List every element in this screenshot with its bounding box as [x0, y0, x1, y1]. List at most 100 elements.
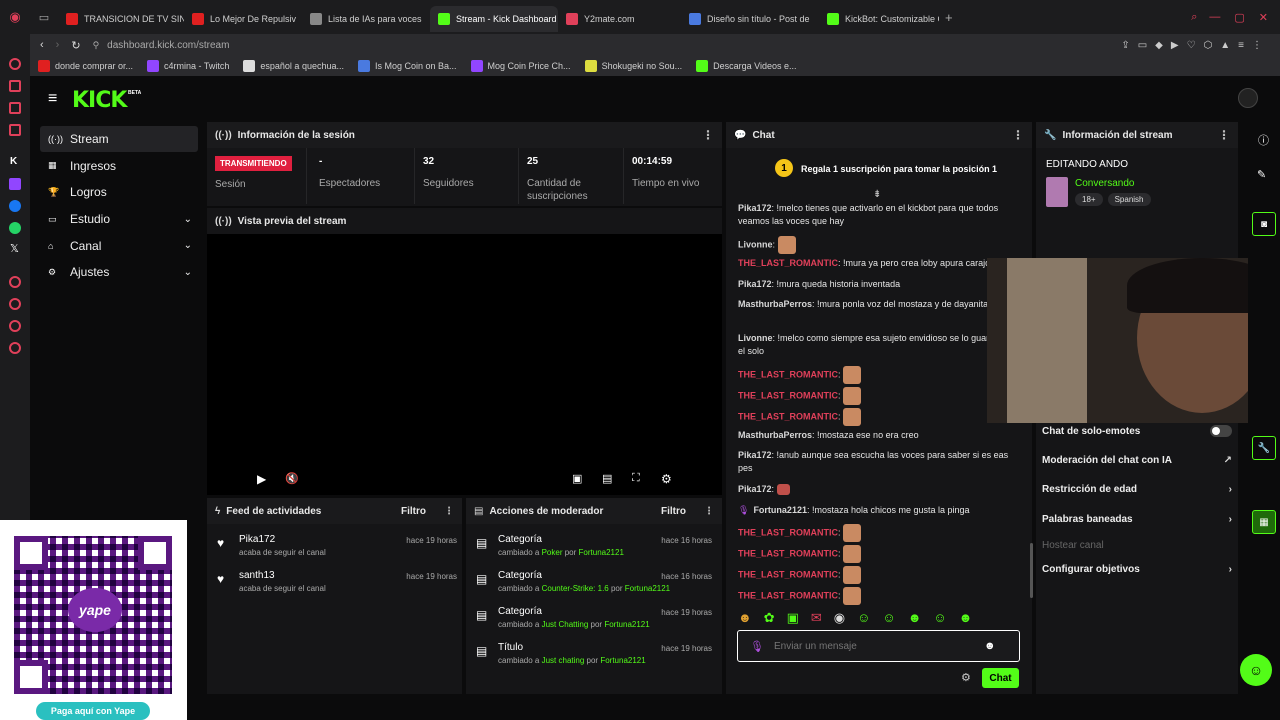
tab-3[interactable]: Stream - Kick Dashboard [430, 6, 558, 32]
sidebar-item-stream[interactable]: ((·)) Stream [40, 126, 198, 152]
bookmark-0[interactable]: donde comprar or... [38, 60, 133, 72]
settings-icon[interactable]: ⚙ [661, 472, 672, 486]
support-chat-button[interactable]: ☺ [1240, 654, 1272, 686]
theater-mode-icon[interactable]: ▣ [572, 472, 582, 485]
overlay-button[interactable]: ▦ [1252, 510, 1276, 534]
avatar[interactable] [1238, 88, 1258, 108]
settings-sidebar-icon[interactable] [9, 342, 21, 354]
tools-button[interactable]: 🔧 [1252, 436, 1276, 460]
chat-username[interactable]: Pika172 [738, 279, 772, 289]
extension-icons[interactable]: ⇪▭◆▶♡⬡▲≡⋮ [1121, 40, 1270, 51]
more-options-icon[interactable]: ⋮ [702, 128, 714, 142]
stream-setting-2[interactable]: Restricción de edad › [1042, 481, 1232, 497]
bookmark-6[interactable]: Descarga Videos e... [696, 60, 797, 72]
messenger-icon[interactable] [9, 102, 21, 114]
chat-username[interactable]: THE_LAST_ROMANTIC [738, 411, 838, 421]
emote-icon[interactable]: ✉ [811, 610, 822, 628]
chat-username[interactable]: Livonne [738, 333, 773, 343]
fullscreen-icon[interactable]: ⛶ [632, 472, 640, 485]
history-icon[interactable] [9, 58, 21, 70]
bookmark-5[interactable]: Shokugeki no Sou... [584, 60, 682, 72]
external-link-icon[interactable]: ↗ [1224, 455, 1232, 466]
tab-1[interactable]: Lo Mejor De Repulsiv [184, 6, 302, 32]
chat-username[interactable]: Livonne [738, 239, 773, 249]
chat-username[interactable]: THE_LAST_ROMANTIC [738, 569, 838, 579]
chat-username[interactable]: THE_LAST_ROMANTIC [738, 548, 838, 558]
pin-icon[interactable]: ⇟ [873, 189, 881, 200]
chat-username[interactable]: MasthurbaPerros [738, 430, 812, 440]
reload-icon[interactable]: ↻ [71, 39, 80, 52]
site-info-icon[interactable]: ⚲ [93, 40, 100, 51]
facebook-messenger-icon[interactable] [9, 200, 21, 212]
play-icon[interactable]: ▶ [257, 472, 266, 486]
chevron-right-icon[interactable]: › [1229, 484, 1232, 495]
mod-filter-button[interactable]: Filtro [661, 506, 686, 517]
chat-username[interactable]: THE_LAST_ROMANTIC [738, 369, 838, 379]
wallet-icon[interactable] [9, 80, 21, 92]
emote-icon[interactable]: ☺ [882, 610, 895, 628]
chat-settings-icon[interactable]: ⚙ [961, 671, 971, 684]
chat-username[interactable]: Pika172 [738, 203, 772, 213]
chat-scrollbar[interactable] [1030, 543, 1033, 598]
forward-icon[interactable]: › [56, 39, 60, 51]
chat-username[interactable]: THE_LAST_ROMANTIC [738, 590, 838, 600]
chat-username[interactable]: THE_LAST_ROMANTIC [738, 390, 838, 400]
tab-2[interactable]: Lista de IAs para voces [302, 6, 430, 32]
new-tab-icon[interactable]: + [945, 10, 953, 25]
feed-more-icon[interactable]: ⋮ [444, 506, 454, 517]
hamburger-menu-icon[interactable]: ≡ [48, 90, 57, 108]
kick-logo[interactable]: KICK [72, 88, 127, 113]
url-field[interactable]: dashboard.kick.com/stream [107, 40, 229, 51]
gift-subs-banner[interactable]: Regala 1 suscripción para tomar la posic… [801, 164, 997, 174]
stream-setting-5[interactable]: Configurar objetivos › [1042, 561, 1232, 577]
tab-4[interactable]: Y2mate.com [558, 6, 681, 32]
x-icon[interactable]: 𝕏 [10, 242, 19, 255]
feed-filter-button[interactable]: Filtro [401, 506, 426, 517]
chat-username[interactable]: THE_LAST_ROMANTIC [738, 258, 838, 268]
sidebar-item-logros[interactable]: 🏆 Logros [40, 179, 198, 205]
chevron-right-icon[interactable]: › [1229, 514, 1232, 525]
chat-username[interactable]: Pika172 [738, 484, 772, 494]
chat-username[interactable]: Fortuna2121 [753, 505, 807, 515]
toggle-switch[interactable] [1210, 425, 1232, 437]
chat-username[interactable]: Pika172 [738, 450, 772, 460]
extensions-sidebar-icon[interactable] [9, 320, 21, 332]
emote-icon[interactable]: ✿ [764, 610, 775, 628]
chevron-down-icon[interactable]: ⌄ [184, 214, 192, 225]
stream-setting-0[interactable]: Chat de solo-emotes [1042, 423, 1232, 439]
edit-icon[interactable]: ✎ [1257, 168, 1266, 181]
clip-icon[interactable]: ▤ [602, 472, 612, 485]
chevron-down-icon[interactable]: ⌄ [184, 240, 192, 251]
sidebar-item-ingresos[interactable]: ▦ Ingresos [40, 153, 198, 179]
back-icon[interactable]: ‹ [40, 39, 44, 51]
twitch-icon[interactable] [9, 178, 21, 190]
emote-icon[interactable]: ☺ [857, 610, 870, 628]
bookmark-4[interactable]: Mog Coin Price Ch... [470, 60, 571, 72]
emoji-picker-icon[interactable]: ☻ [984, 640, 996, 652]
camera-tool-button[interactable]: ◙ [1252, 212, 1276, 236]
player-icon[interactable] [9, 124, 21, 136]
emote-icon[interactable]: ◉ [834, 610, 845, 628]
chevron-down-icon[interactable]: ⌄ [184, 267, 192, 278]
player-sidebar-icon[interactable] [9, 276, 21, 288]
chat-more-icon[interactable]: ⋮ [1012, 128, 1024, 142]
tab-5[interactable]: Diseño sin título - Post de [681, 6, 819, 32]
browser-menu-icon[interactable]: ◉ [0, 9, 30, 25]
emote-icon[interactable]: ☺ [933, 610, 946, 628]
tab-6[interactable]: KickBot: Customizable Ch [819, 6, 939, 32]
stream-setting-1[interactable]: Moderación del chat con IA ↗ [1042, 452, 1232, 468]
minimize-icon[interactable]: — [1209, 11, 1220, 23]
maximize-icon[interactable]: ▢ [1234, 11, 1244, 24]
mute-icon[interactable]: 🔇 [285, 472, 299, 485]
search-icon[interactable]: ⌕ [1191, 11, 1197, 24]
emote-icon[interactable]: ☻ [908, 610, 922, 628]
category-link[interactable]: Conversando [1075, 178, 1134, 189]
bookmark-2[interactable]: español a quechua... [243, 60, 344, 72]
chat-username[interactable]: THE_LAST_ROMANTIC [738, 527, 838, 537]
mod-more-icon[interactable]: ⋮ [704, 506, 714, 517]
sidebar-item-ajustes[interactable]: ⚙ Ajustes ⌄ [40, 259, 198, 285]
bookmark-3[interactable]: Is Mog Coin on Ba... [357, 60, 457, 72]
emote-icon[interactable]: ☻ [959, 610, 973, 628]
chat-send-button[interactable]: Chat [982, 668, 1019, 688]
chat-input[interactable] [773, 640, 984, 652]
